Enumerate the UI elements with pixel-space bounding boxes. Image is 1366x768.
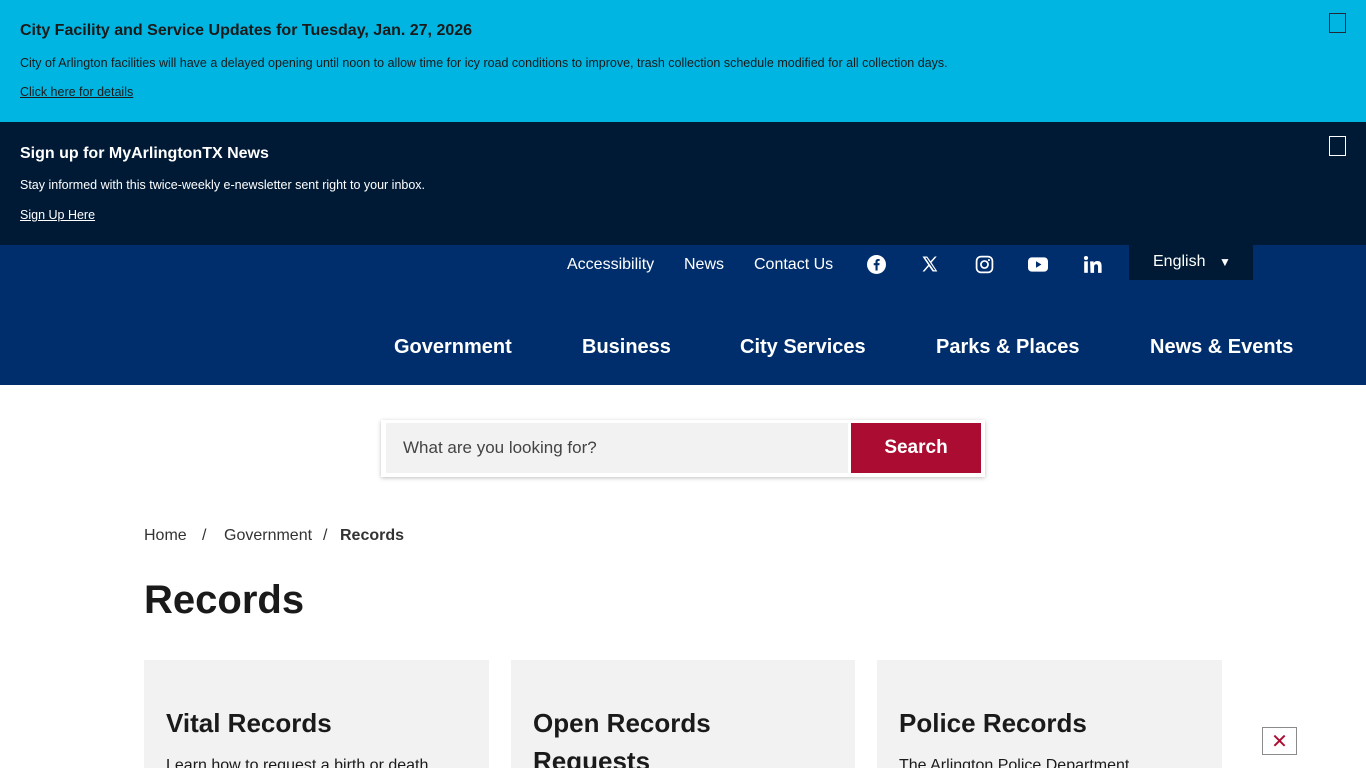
alert-text: City of Arlington facilities will have a…: [20, 56, 948, 70]
card-open-records-requests[interactable]: Open Records Requests: [511, 660, 855, 768]
utility-link-contact-us[interactable]: Contact Us: [754, 256, 833, 274]
card-title: Police Records: [899, 708, 1087, 738]
page-title: Records: [144, 578, 305, 622]
breadcrumb-separator: /: [323, 527, 328, 544]
youtube-icon[interactable]: [1027, 253, 1049, 275]
alert-title: City Facility and Service Updates for Tu…: [20, 22, 473, 39]
search-input[interactable]: [386, 423, 848, 473]
breadcrumb-home[interactable]: Home: [144, 527, 187, 545]
caret-down-icon: ▼: [1219, 255, 1231, 269]
newsletter-title: Sign up for MyArlingtonTX News: [20, 145, 269, 162]
nav-news-events[interactable]: News & Events: [1150, 336, 1293, 359]
site-header: Accessibility News Contact Us English ▼ …: [0, 245, 1366, 385]
linkedin-icon[interactable]: [1081, 253, 1103, 275]
instagram-icon[interactable]: [973, 253, 995, 275]
card-police-records[interactable]: Police Records The Arlington Police Depa…: [877, 660, 1222, 768]
search-button[interactable]: Search: [851, 423, 981, 473]
breadcrumb-government[interactable]: Government: [224, 527, 312, 545]
language-label: English: [1153, 253, 1206, 270]
facebook-icon[interactable]: [865, 253, 887, 275]
newsletter-signup-link[interactable]: Sign Up Here: [20, 208, 95, 222]
breadcrumb-current: Records: [340, 527, 405, 544]
x-icon[interactable]: [919, 253, 941, 275]
utility-link-accessibility[interactable]: Accessibility: [567, 256, 654, 274]
newsletter-text: Stay informed with this twice-weekly e-n…: [20, 178, 426, 192]
newsletter-close-button[interactable]: [1329, 136, 1346, 156]
nav-parks-places[interactable]: Parks & Places: [936, 336, 1079, 359]
language-selector[interactable]: English ▼: [1129, 245, 1253, 280]
search-bar: Search: [381, 420, 985, 477]
alert-close-button[interactable]: [1329, 13, 1346, 33]
utility-link-news[interactable]: News: [684, 256, 724, 274]
alert-details-link[interactable]: Click here for details: [20, 85, 133, 99]
card-vital-records[interactable]: Vital Records Learn how to request a bir…: [144, 660, 489, 768]
nav-business[interactable]: Business: [582, 336, 671, 359]
card-text: Learn how to request a birth or death: [166, 757, 429, 768]
newsletter-banner: Sign up for MyArlingtonTX News Stay info…: [0, 122, 1366, 245]
card-title: Open Records Requests: [533, 708, 711, 768]
nav-city-services[interactable]: City Services: [740, 336, 866, 359]
nav-government[interactable]: Government: [394, 336, 512, 359]
breadcrumb-separator: /: [202, 527, 207, 544]
alert-banner: City Facility and Service Updates for Tu…: [0, 0, 1366, 122]
card-title: Vital Records: [166, 708, 332, 738]
close-icon[interactable]: ✕: [1262, 727, 1297, 755]
card-text: The Arlington Police Department: [899, 757, 1130, 768]
